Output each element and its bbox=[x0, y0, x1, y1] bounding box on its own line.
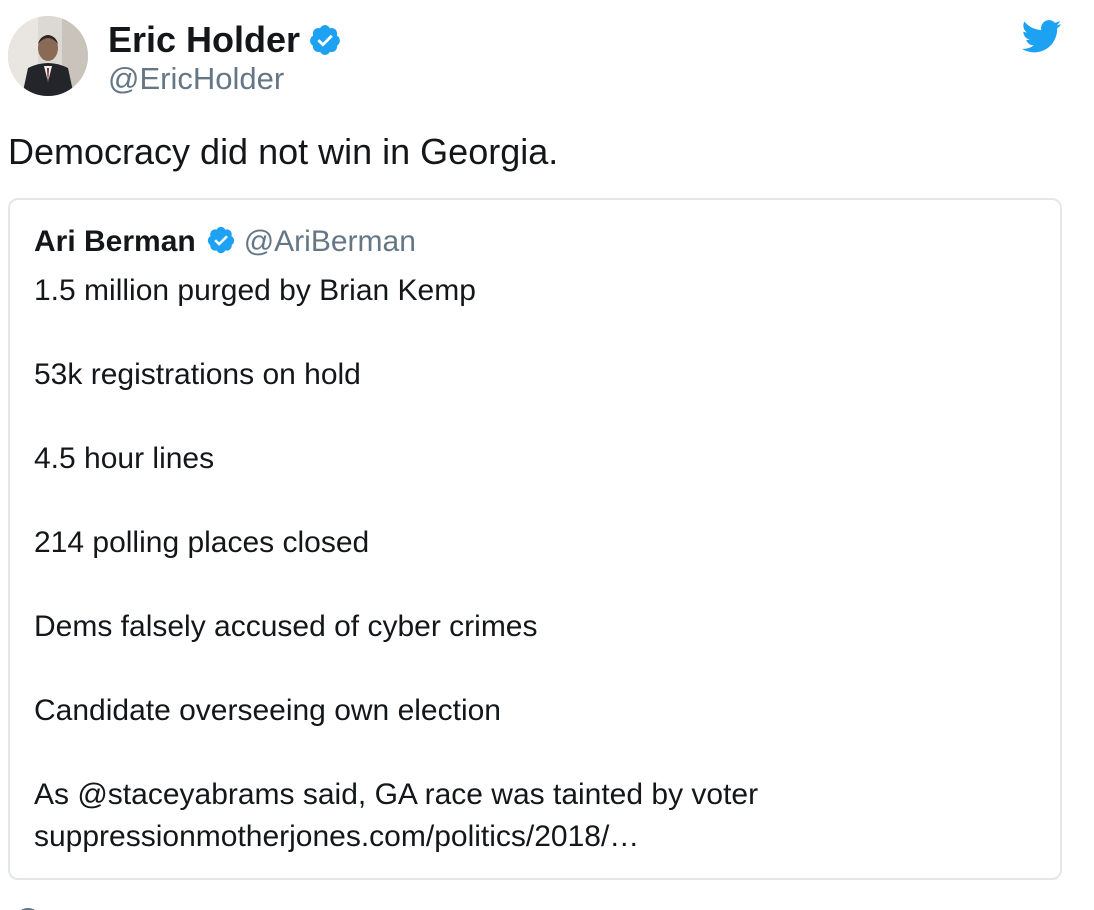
quoted-tweet-line: suppressionmotherjones.com/politics/2018… bbox=[34, 820, 640, 853]
quoted-tweet-line: Candidate overseeing own election bbox=[34, 694, 501, 727]
quoted-tweet-line: As @staceyabrams said, GA race was taint… bbox=[34, 778, 759, 811]
verified-badge-icon bbox=[308, 23, 342, 67]
avatar-photo bbox=[8, 16, 88, 96]
author-avatar[interactable] bbox=[8, 16, 88, 96]
reply-icon[interactable] bbox=[16, 902, 40, 910]
tweet-text: Democracy did not win in Georgia. bbox=[8, 131, 559, 172]
quoted-author-display-name: Ari Berman bbox=[34, 225, 196, 258]
quoted-tweet[interactable]: Ari Berman @AriBerman 1.5 million purged … bbox=[8, 198, 1062, 880]
quoted-tweet-line: 53k registrations on hold bbox=[34, 358, 361, 391]
author-name-text: Eric Holder bbox=[108, 19, 301, 60]
verified-badge-icon bbox=[206, 225, 236, 271]
twitter-bird-icon[interactable] bbox=[1021, 20, 1062, 53]
quoted-tweet-line: 214 polling places closed bbox=[34, 526, 370, 559]
quoted-tweet-line: Dems falsely accused of cyber crimes bbox=[34, 610, 538, 643]
quoted-tweet-line: 4.5 hour lines bbox=[34, 442, 215, 475]
quoted-author-handle: @AriBerman bbox=[243, 225, 416, 258]
author-handle[interactable]: @EricHolder bbox=[108, 60, 284, 98]
quoted-tweet-line: 1.5 million purged by Brian Kemp bbox=[34, 274, 476, 307]
quoted-tweet-header: Ari Berman @AriBerman bbox=[34, 222, 416, 271]
